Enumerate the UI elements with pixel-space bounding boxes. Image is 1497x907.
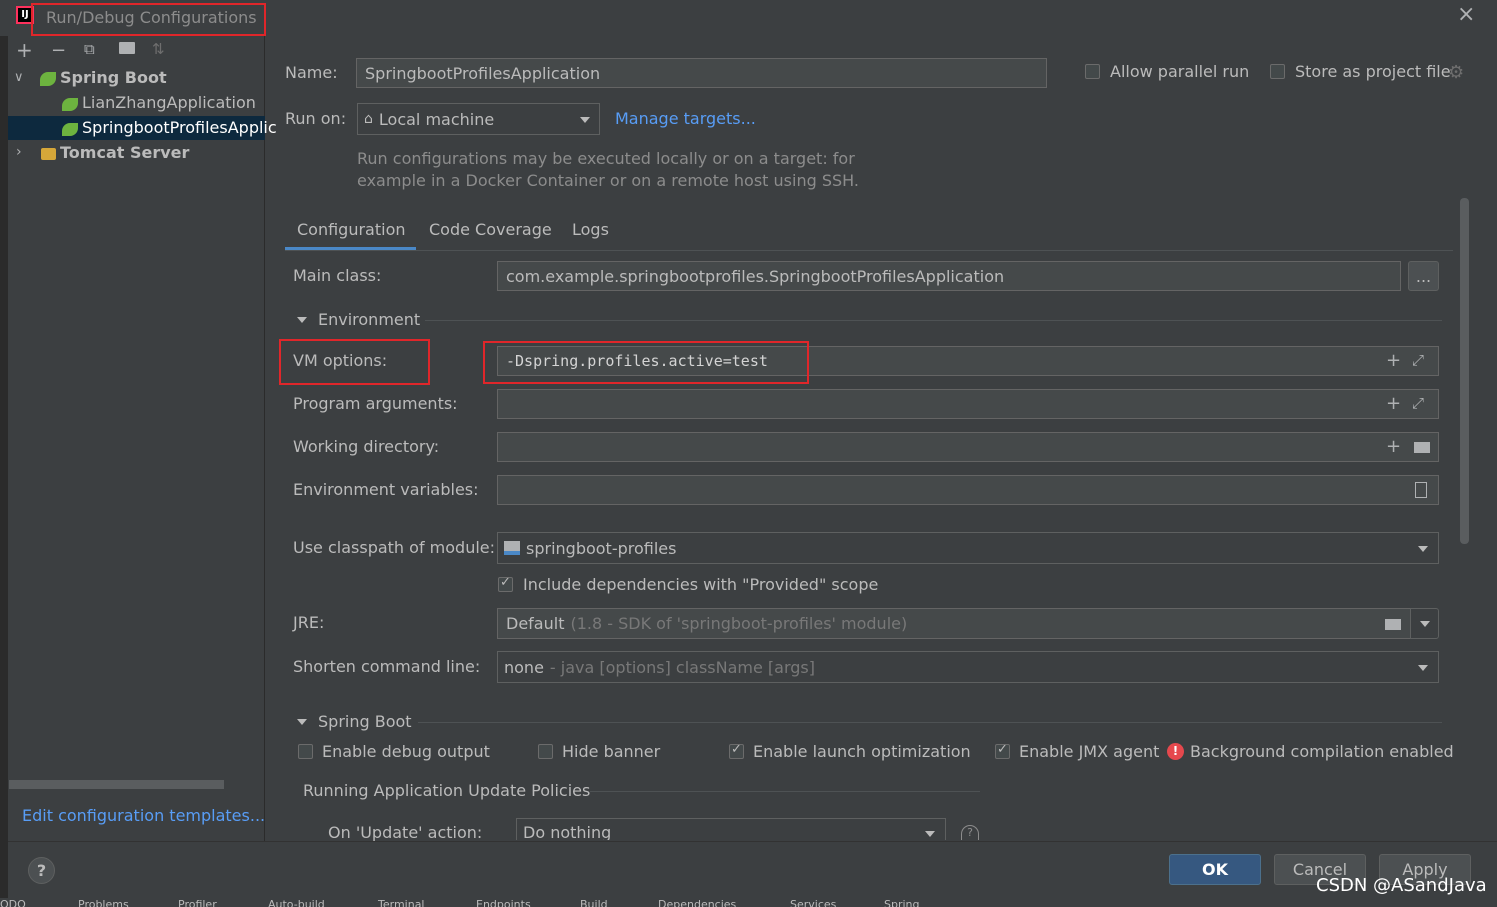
working-dir-field[interactable]: +: [497, 432, 1439, 462]
close-icon[interactable]: ×: [1457, 2, 1475, 27]
classpath-dropdown[interactable]: springboot-profiles: [497, 532, 1439, 564]
sort-icon[interactable]: ⇅: [152, 40, 165, 58]
list-icon[interactable]: [1415, 482, 1427, 498]
tomcat-icon: [41, 148, 56, 160]
add-icon[interactable]: +: [16, 38, 33, 62]
debug-output-checkbox[interactable]: [298, 744, 313, 759]
window-title: Run/Debug Configurations: [46, 8, 257, 27]
chevron-down-icon[interactable]: [297, 719, 307, 725]
gear-icon[interactable]: ⚙: [1448, 62, 1464, 83]
add-icon[interactable]: +: [1386, 393, 1401, 414]
jre-field[interactable]: Default (1.8 - SDK of 'springboot-profil…: [497, 608, 1411, 639]
help-small-icon[interactable]: ?: [961, 825, 979, 840]
main-class-field[interactable]: com.example.springbootprofiles.Springboo…: [497, 261, 1401, 291]
expand-icon[interactable]: ⤢: [1412, 394, 1424, 412]
ok-button[interactable]: OK: [1169, 854, 1261, 885]
chevron-down-icon: [1418, 665, 1428, 671]
folder-icon[interactable]: [1385, 619, 1401, 630]
chevron-right-icon[interactable]: ›: [16, 144, 22, 160]
tree-item-springbootprofiles[interactable]: SpringbootProfilesApplic: [82, 118, 277, 137]
tab-logs[interactable]: Logs: [572, 220, 609, 239]
chevron-down-icon[interactable]: [297, 317, 307, 323]
expand-icon[interactable]: ⤢: [1412, 351, 1424, 369]
add-icon[interactable]: +: [1386, 436, 1401, 457]
jre-dropdown-button[interactable]: [1410, 608, 1439, 639]
debug-output-label: Enable debug output: [322, 742, 490, 761]
chevron-down-icon: [925, 831, 935, 837]
app-logo-icon: IJ: [16, 6, 34, 24]
env-vars-label: Environment variables:: [293, 480, 479, 499]
vm-options-label: VM options:: [293, 351, 388, 370]
launch-opt-checkbox[interactable]: [729, 742, 744, 759]
chevron-down-icon: [1418, 546, 1428, 552]
jmx-agent-label: Enable JMX agent: [1019, 742, 1160, 761]
hide-banner-label: Hide banner: [562, 742, 661, 761]
tree-tomcat[interactable]: Tomcat Server: [60, 143, 189, 162]
include-deps-label: Include dependencies with "Provided" sco…: [523, 575, 879, 594]
help-button[interactable]: ?: [28, 857, 55, 884]
tree-item-lianzhang[interactable]: LianZhangApplication: [82, 93, 256, 112]
env-vars-field[interactable]: [497, 475, 1439, 505]
jmx-agent-checkbox[interactable]: [995, 742, 1010, 759]
jre-label: JRE:: [293, 613, 325, 632]
copy-icon[interactable]: ⧉: [84, 40, 95, 58]
allow-parallel-label: Allow parallel run: [1110, 62, 1250, 81]
main-class-label: Main class:: [293, 266, 382, 285]
shorten-dropdown[interactable]: none - java [options] className [args]: [497, 651, 1439, 683]
folder-icon[interactable]: [119, 42, 135, 54]
main-class-browse-button[interactable]: ...: [1408, 261, 1439, 291]
spring-app-icon: [62, 98, 78, 111]
on-update-label: On 'Update' action:: [328, 823, 483, 842]
on-update-dropdown[interactable]: Do nothing: [516, 818, 946, 840]
classpath-label: Use classpath of module:: [293, 538, 496, 557]
remove-icon[interactable]: −: [51, 40, 66, 61]
tab-configuration[interactable]: Configuration: [297, 220, 406, 239]
tree-spring-boot[interactable]: Spring Boot: [60, 68, 167, 87]
manage-targets-link[interactable]: Manage targets...: [615, 109, 756, 128]
spring-icon: [40, 72, 56, 86]
program-args-field[interactable]: + ⤢: [497, 389, 1439, 419]
edit-templates-link[interactable]: Edit configuration templates...: [22, 806, 265, 825]
chevron-down-icon: [580, 117, 590, 123]
status-bar: ODO Problems Profiler Auto-build Termina…: [0, 898, 1497, 907]
add-icon[interactable]: +: [1386, 350, 1401, 371]
shorten-label: Shorten command line:: [293, 657, 481, 676]
watermark: CSDN @ASandJava: [1316, 875, 1487, 896]
chevron-down-icon: [1420, 621, 1430, 627]
hide-banner-checkbox[interactable]: [538, 744, 553, 759]
environment-section: Environment: [318, 310, 421, 329]
background-ide-edge: [0, 36, 8, 898]
error-icon: !: [1167, 743, 1184, 760]
run-on-dropdown[interactable]: ⌂ Local machine: [357, 103, 600, 135]
config-tree-panel: + − ⧉ ⇅ ∨ Spring Boot LianZhangApplicati…: [8, 36, 277, 841]
name-label: Name:: [285, 63, 338, 82]
run-on-label: Run on:: [285, 109, 347, 128]
spring-boot-section: Spring Boot: [318, 712, 412, 731]
run-description-2: example in a Docker Container or on a re…: [357, 171, 859, 190]
program-args-label: Program arguments:: [293, 394, 458, 413]
launch-opt-label: Enable launch optimization: [753, 742, 971, 761]
title-bar: IJ Run/Debug Configurations ×: [0, 0, 1497, 36]
vm-options-field[interactable]: -Dspring.profiles.active=test + ⤢: [497, 346, 1439, 376]
home-icon: ⌂: [364, 111, 373, 127]
name-field[interactable]: SpringbootProfilesApplication: [356, 58, 1047, 88]
bg-compilation-label: Background compilation enabled: [1190, 742, 1454, 761]
tree-scrollbar[interactable]: [9, 780, 224, 789]
store-project-label: Store as project file: [1295, 62, 1451, 81]
include-deps-checkbox[interactable]: [498, 575, 513, 592]
tab-code-coverage[interactable]: Code Coverage: [429, 220, 552, 239]
update-policies-heading: Running Application Update Policies: [303, 781, 591, 800]
allow-parallel-checkbox[interactable]: [1085, 64, 1100, 79]
working-dir-label: Working directory:: [293, 437, 440, 456]
chevron-down-icon[interactable]: ∨: [14, 70, 24, 85]
store-project-checkbox[interactable]: [1270, 64, 1285, 79]
content-scrollbar[interactable]: [1460, 198, 1469, 544]
folder-icon[interactable]: [1414, 442, 1430, 453]
run-description-1: Run configurations may be executed local…: [357, 149, 855, 168]
module-icon: [504, 541, 520, 555]
